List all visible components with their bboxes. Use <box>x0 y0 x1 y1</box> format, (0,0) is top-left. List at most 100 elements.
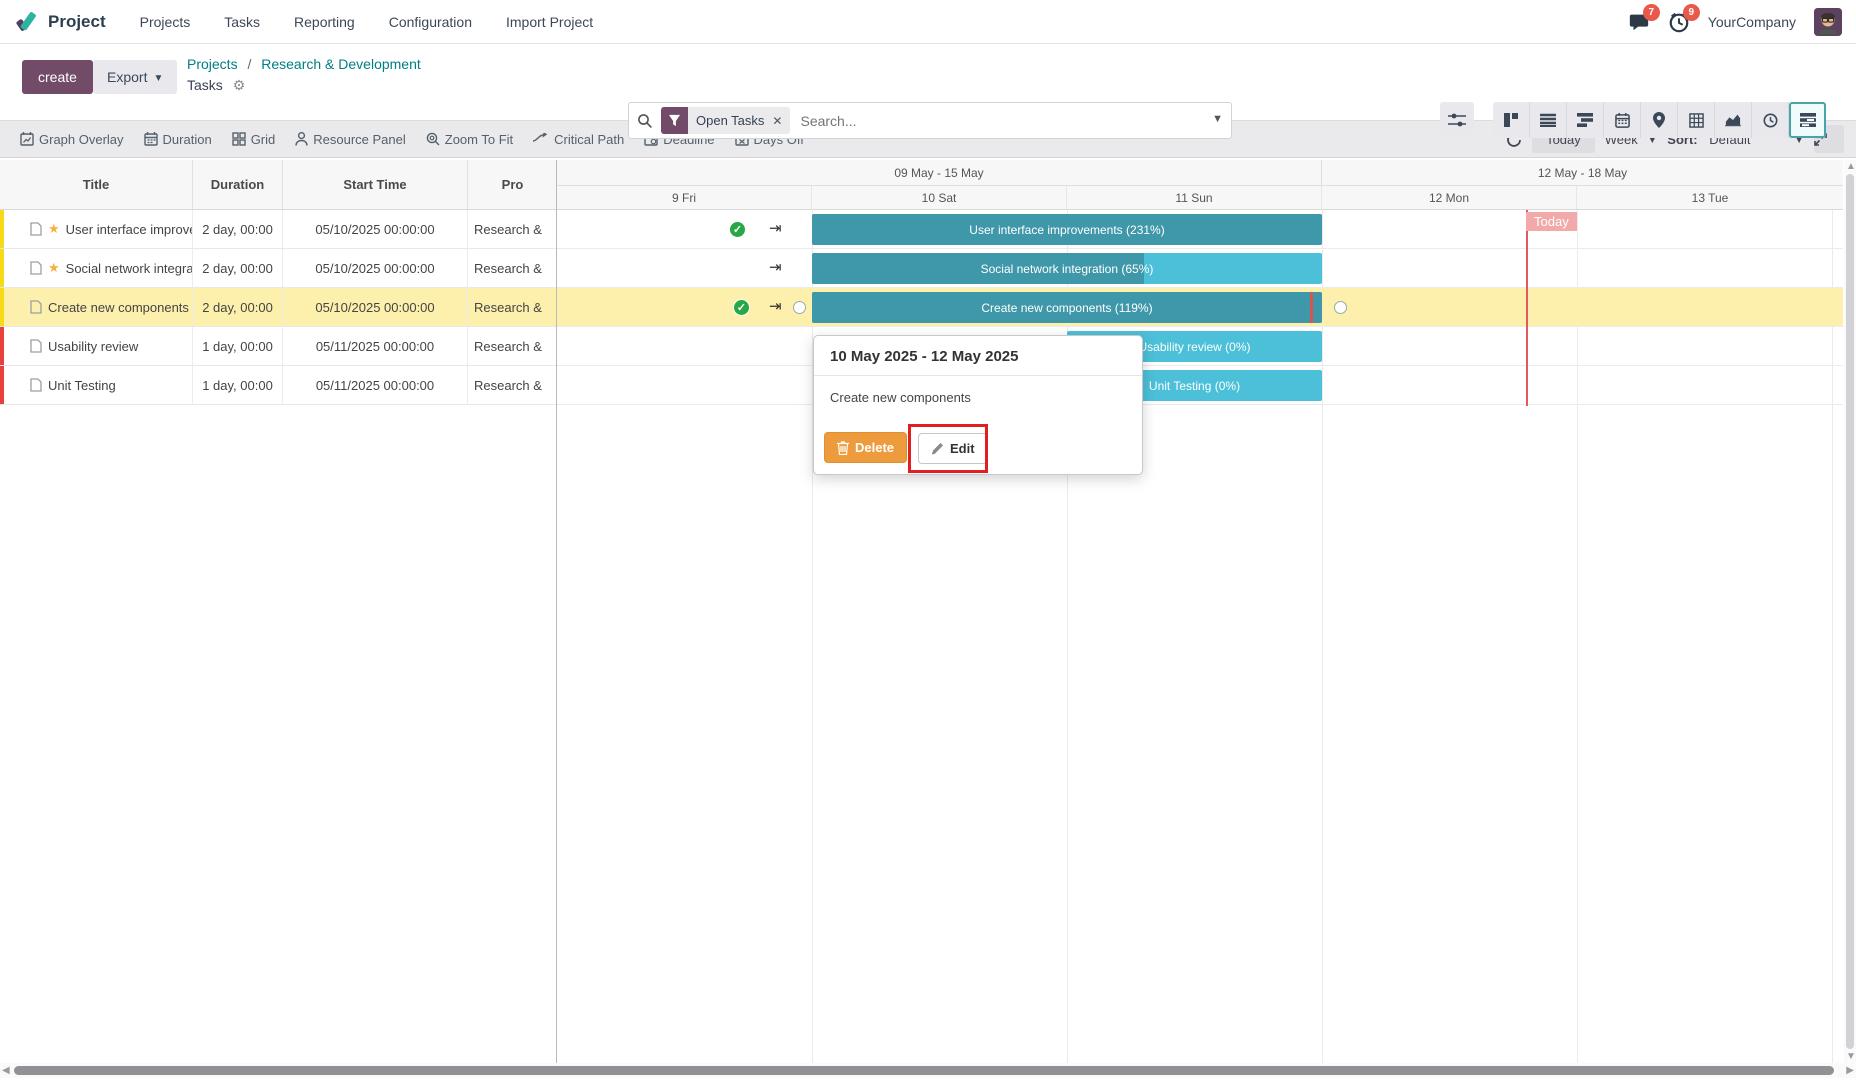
app-window: Project Projects Tasks Reporting Configu… <box>0 0 1856 1081</box>
view-calendar-button[interactable] <box>1604 102 1641 138</box>
export-button[interactable]: Export ▼ <box>93 60 178 94</box>
task-duration: 2 day, 00:00 <box>193 288 283 326</box>
gantt-bar-label: Create new components (119%) <box>981 300 1153 315</box>
task-start-time-focused[interactable]: 05/10/2025 00:00:00 <box>283 288 468 326</box>
column-header-duration[interactable]: Duration <box>193 160 283 209</box>
gear-icon[interactable]: ⚙ <box>233 77 246 93</box>
column-header-project[interactable]: Pro <box>468 160 557 209</box>
user-avatar[interactable] <box>1814 8 1842 36</box>
task-start-time[interactable]: 05/11/2025 00:00:00 <box>283 366 468 404</box>
day-header[interactable]: 11 Sun <box>1067 186 1322 209</box>
resource-panel-button[interactable]: Resource Panel <box>295 132 406 147</box>
view-pivot-button[interactable] <box>1678 102 1715 138</box>
delete-button[interactable]: Delete <box>824 432 908 463</box>
nav-item-projects[interactable]: Projects <box>140 14 191 30</box>
list-icon <box>1540 113 1556 127</box>
horizontal-scroll-thumb[interactable] <box>14 1066 1834 1075</box>
day-header[interactable]: 13 Tue <box>1577 186 1843 209</box>
table-row-selected[interactable]: Create new components 2 day, 00:00 05/10… <box>0 288 557 327</box>
gantt-bar[interactable]: Create new components (119%) <box>812 292 1322 323</box>
vertical-scroll-thumb[interactable] <box>1846 174 1854 1049</box>
person-icon <box>295 132 308 146</box>
breadcrumb-projects-link[interactable]: Projects <box>187 56 238 72</box>
control-panel: create Export ▼ Projects / Research & Dev… <box>0 44 1856 139</box>
today-badge: Today <box>1526 212 1577 231</box>
task-start-time[interactable]: 05/10/2025 00:00:00 <box>283 249 468 287</box>
search-dropdown-icon[interactable]: ▼ <box>1212 113 1223 125</box>
nav-item-tasks[interactable]: Tasks <box>224 14 260 30</box>
day-header[interactable]: 9 Fri <box>557 186 812 209</box>
constraint-arrow-icon: ⇥ <box>769 220 782 237</box>
graph-overlay-button[interactable]: Graph Overlay <box>20 132 124 147</box>
resize-handle-left[interactable] <box>793 301 806 314</box>
view-activity-button[interactable] <box>1752 102 1789 138</box>
day-header[interactable]: 12 Mon <box>1322 186 1577 209</box>
activity-clock-icon <box>1763 113 1777 127</box>
scroll-up-icon[interactable]: ▲ <box>1846 161 1856 172</box>
duration-button[interactable]: Duration <box>143 132 212 147</box>
critical-path-button[interactable]: Critical Path <box>533 132 624 147</box>
grid-button[interactable]: Grid <box>231 132 275 147</box>
search-facet[interactable]: Open Tasks ✕ <box>661 107 791 134</box>
task-duration: 1 day, 00:00 <box>193 327 283 365</box>
scroll-left-icon[interactable]: ◀ <box>2 1065 10 1076</box>
resize-handle-right[interactable] <box>1334 301 1347 314</box>
nav-item-reporting[interactable]: Reporting <box>294 14 355 30</box>
star-icon[interactable]: ★ <box>48 260 60 276</box>
view-gantt-button[interactable] <box>1567 102 1604 138</box>
star-icon[interactable]: ★ <box>48 221 60 237</box>
day-header[interactable]: 10 Sat <box>812 186 1067 209</box>
gantt-row[interactable]: ✓ ⇥ User interface improvements (231%) <box>557 210 1843 249</box>
task-start-time[interactable]: 05/11/2025 00:00:00 <box>283 327 468 365</box>
view-map-button[interactable] <box>1641 102 1678 138</box>
kanban-icon <box>1504 113 1518 127</box>
gantt-day-header: 9 Fri 10 Sat 11 Sun 12 Mon 13 Tue <box>557 186 1843 210</box>
view-graph-button[interactable] <box>1715 102 1752 138</box>
sliders-icon <box>1448 113 1466 127</box>
company-name[interactable]: YourCompany <box>1708 14 1796 30</box>
vertical-scrollbar[interactable]: ▲ ▼ <box>1844 160 1856 1063</box>
activities-button[interactable]: 9 <box>1668 4 1700 33</box>
search-icon <box>637 113 653 129</box>
today-line <box>1526 210 1528 406</box>
column-header-title[interactable]: Title <box>0 160 193 209</box>
nav-item-import-project[interactable]: Import Project <box>506 14 593 30</box>
table-gantt-divider[interactable] <box>556 160 557 1063</box>
gantt-bar[interactable]: Social network integration (65%) <box>812 253 1322 284</box>
gantt-bar[interactable]: User interface improvements (231%) <box>812 214 1322 245</box>
gantt-row-selected[interactable]: ✓ ⇥ Create new components (119%) <box>557 288 1843 327</box>
task-project: Research & <box>474 338 542 354</box>
task-start-time[interactable]: 05/10/2025 00:00:00 <box>283 210 468 248</box>
view-kanban-button[interactable] <box>1493 102 1530 138</box>
gantt-row[interactable]: Unit Testing (0%) <box>557 366 1843 405</box>
zoom-to-fit-button[interactable]: Zoom To Fit <box>426 132 513 147</box>
table-row[interactable]: Unit Testing 1 day, 00:00 05/11/2025 00:… <box>0 366 557 405</box>
breadcrumb-project-link[interactable]: Research & Development <box>261 56 421 72</box>
table-row[interactable]: ★ User interface improve 2 day, 00:00 05/… <box>0 210 557 249</box>
search-bar[interactable]: Open Tasks ✕ ▼ <box>628 102 1232 139</box>
constraint-arrow-icon: ⇥ <box>769 259 782 276</box>
create-button[interactable]: create <box>22 60 93 94</box>
app-logo-icon[interactable] <box>16 11 38 33</box>
task-title: Social network integrat <box>65 260 193 276</box>
messages-button[interactable]: 7 <box>1628 4 1660 33</box>
gantt-bar-label: Social network integration (65%) <box>980 261 1154 276</box>
nav-item-configuration[interactable]: Configuration <box>389 14 472 30</box>
table-row[interactable]: ★ Social network integrat 2 day, 00:00 05… <box>0 249 557 288</box>
gantt-row[interactable]: ⇥ Social network integration (65%) <box>557 249 1843 288</box>
scroll-right-icon[interactable]: ▶ <box>1846 1065 1854 1076</box>
document-icon <box>30 300 42 314</box>
breadcrumb-separator: / <box>247 56 252 72</box>
facet-remove-icon[interactable]: ✕ <box>772 114 782 128</box>
search-input[interactable] <box>800 112 1223 129</box>
week-header: 12 May - 18 May <box>1537 165 1628 180</box>
table-row[interactable]: Usability review 1 day, 00:00 05/11/2025… <box>0 327 557 366</box>
scroll-down-icon[interactable]: ▼ <box>1846 1051 1856 1062</box>
column-header-start-time[interactable]: Start Time <box>283 160 468 209</box>
filters-options-button[interactable] <box>1440 102 1474 138</box>
gantt-row[interactable]: Usability review (0%) <box>557 327 1843 366</box>
horizontal-scrollbar[interactable]: ◀ ▶ <box>0 1063 1856 1078</box>
document-icon <box>30 378 42 392</box>
view-list-button[interactable] <box>1530 102 1567 138</box>
view-gantt-selected-button[interactable] <box>1789 102 1826 138</box>
